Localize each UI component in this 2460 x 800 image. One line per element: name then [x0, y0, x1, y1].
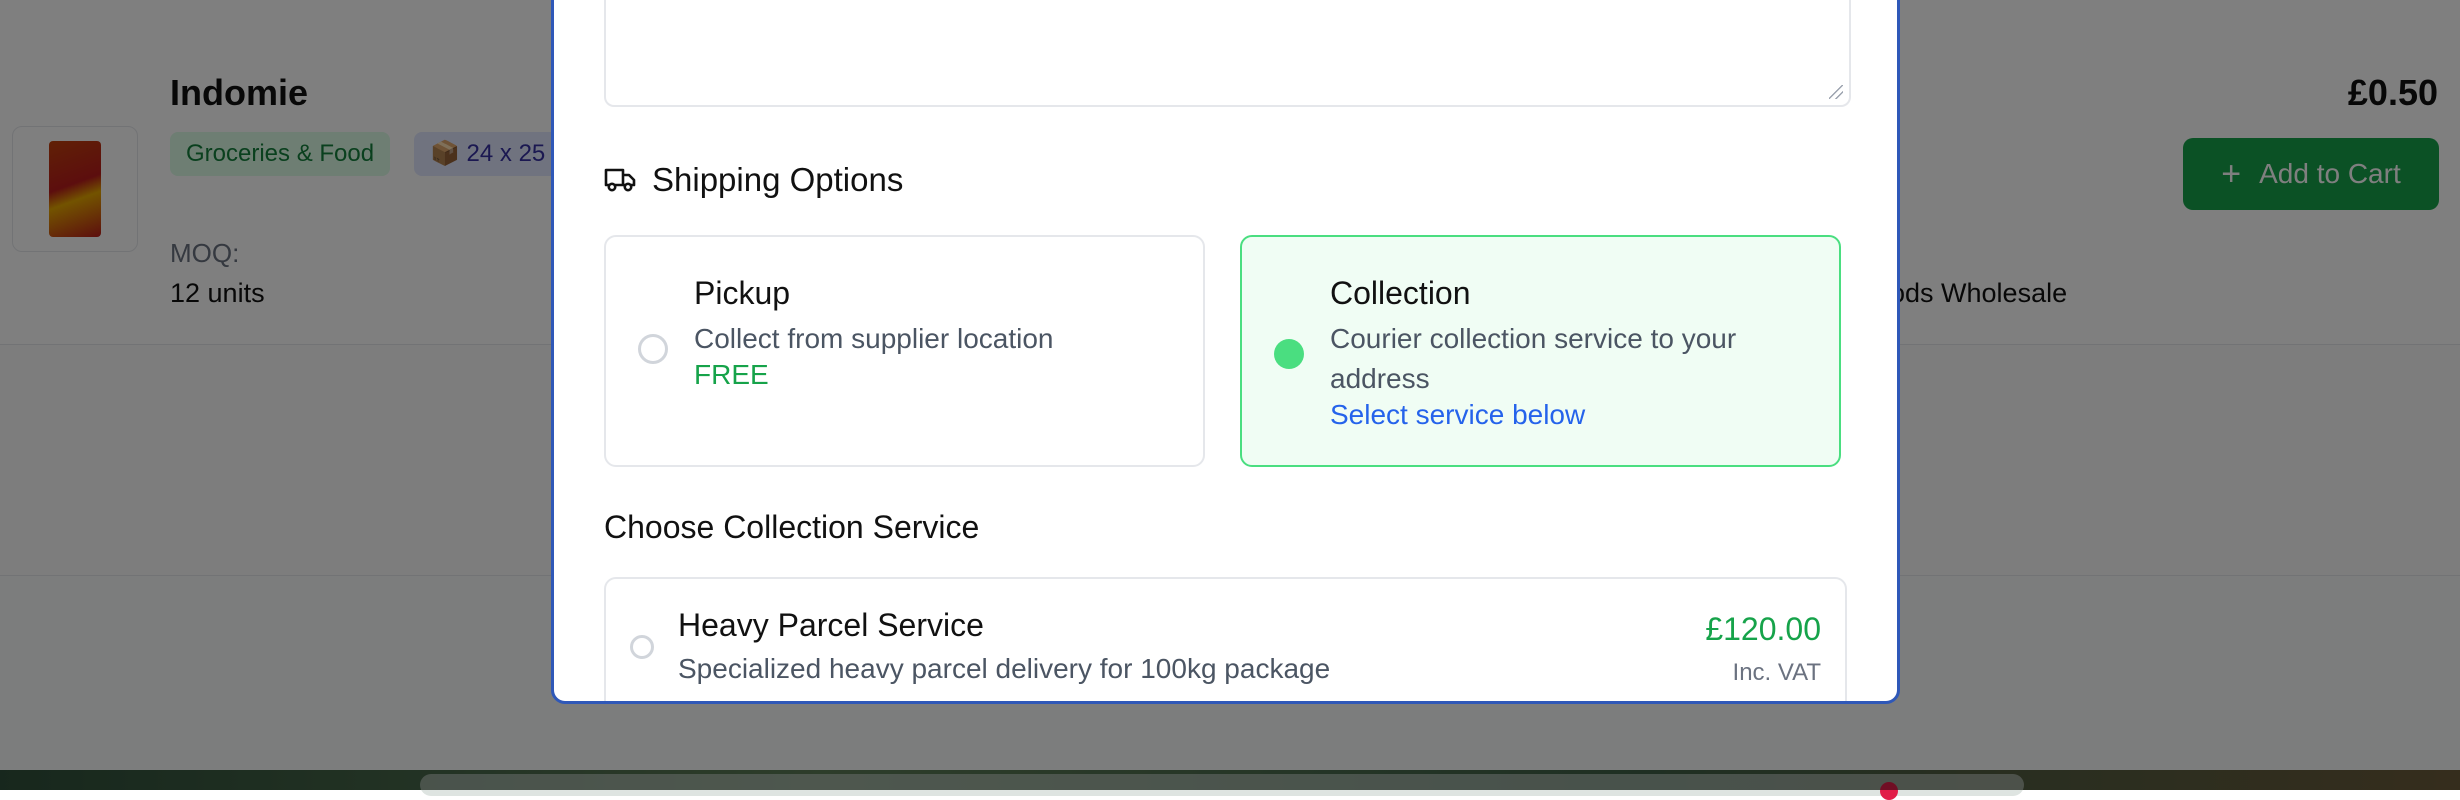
service-price: £120.00 — [1705, 611, 1821, 647]
checkout-modal: Shipping Options Pickup Collect from sup… — [551, 0, 1900, 704]
shipping-option-pickup[interactable]: Pickup Collect from supplier location FR… — [604, 235, 1205, 467]
service-option-heavy-parcel[interactable]: Heavy Parcel Service Specialized heavy p… — [604, 577, 1847, 701]
service-name: Heavy Parcel Service — [678, 607, 984, 643]
option-price-note: FREE — [694, 359, 769, 390]
option-description: Collect from supplier location — [694, 323, 1054, 354]
service-radio[interactable] — [630, 635, 654, 659]
service-description: Specialized heavy parcel delivery for 10… — [678, 653, 1331, 684]
truck-icon — [604, 166, 636, 194]
shipping-option-collection[interactable]: Collection Courier collection service to… — [1240, 235, 1841, 467]
pickup-radio[interactable] — [638, 334, 668, 364]
select-service-link[interactable]: Select service below — [1330, 399, 1585, 431]
resize-handle-icon[interactable] — [1829, 85, 1843, 99]
service-vat-note: Inc. VAT — [1732, 659, 1821, 686]
shipping-options-header: Shipping Options — [604, 161, 903, 199]
option-title: Collection — [1330, 275, 1471, 311]
choose-collection-title: Choose Collection Service — [604, 509, 980, 545]
shipping-options-title: Shipping Options — [652, 161, 904, 198]
collection-radio[interactable] — [1274, 339, 1304, 369]
option-title: Pickup — [694, 275, 791, 311]
option-description: Courier collection service to your addre… — [1330, 323, 1737, 394]
notes-textarea[interactable] — [604, 0, 1851, 107]
